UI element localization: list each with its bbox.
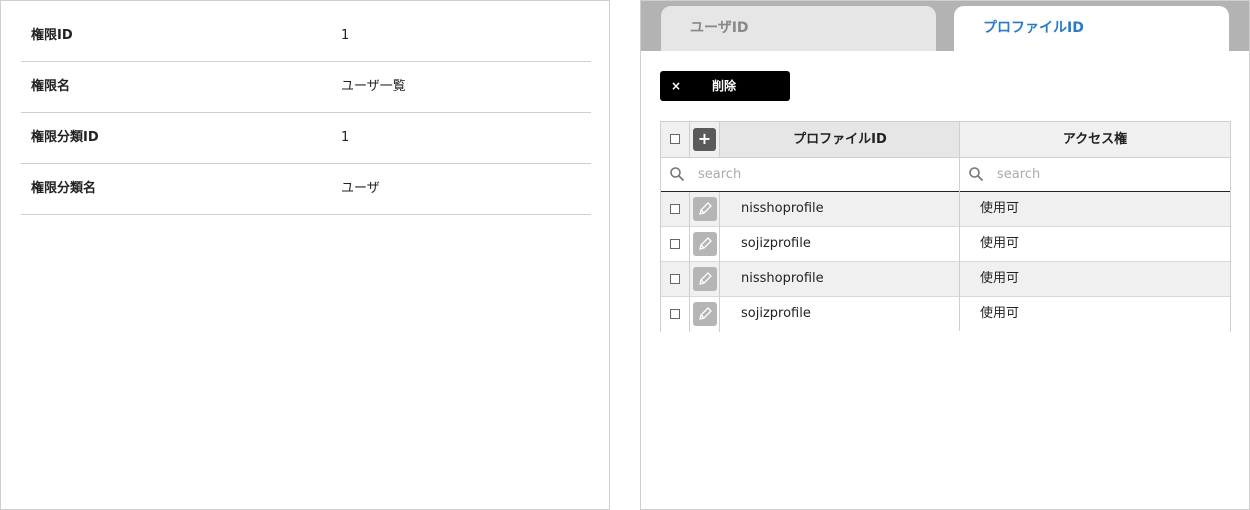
detail-label: 権限分類名: [31, 181, 97, 196]
detail-value: 1: [341, 28, 350, 43]
table-row[interactable]: nisshoprofile 使用可: [661, 192, 1230, 227]
row-access: 使用可: [980, 271, 1020, 286]
header-select-cell: [661, 122, 690, 157]
profile-search: [661, 157, 960, 191]
row-access: 使用可: [980, 201, 1020, 216]
grid-divider: [719, 192, 720, 332]
detail-label: 権限分類ID: [31, 130, 99, 145]
tab-profile-id[interactable]: プロファイルID: [954, 6, 1229, 51]
detail-row-permission-id: 権限ID 1: [21, 11, 591, 62]
profile-grid: + プロファイルID アクセス権 search search nisshopro…: [660, 121, 1231, 332]
detail-row-category-name: 権限分類名 ユーザ: [21, 164, 591, 215]
delete-button[interactable]: × 削除: [660, 71, 790, 101]
pencil-icon: [699, 237, 712, 250]
row-profile-id: nisshoprofile: [741, 201, 824, 216]
delete-button-label: 削除: [712, 79, 737, 93]
edit-button[interactable]: [693, 197, 717, 221]
grid-divider: [689, 122, 690, 157]
row-profile-id: nisshoprofile: [741, 271, 824, 286]
select-all-checkbox[interactable]: [670, 134, 680, 144]
column-title-profile-id: プロファイルID: [793, 132, 887, 147]
row-profile-id: sojizprofile: [741, 236, 811, 251]
row-checkbox[interactable]: [670, 309, 680, 319]
header-profile-id[interactable]: プロファイルID: [720, 122, 960, 157]
grid-divider: [959, 122, 960, 331]
access-search: [960, 157, 1230, 191]
close-icon: ×: [671, 79, 682, 93]
relation-panel: ユーザID プロファイルID × 削除 + プロファイルID アクセス権 sea…: [640, 0, 1250, 510]
table-row[interactable]: nisshoprofile 使用可: [661, 262, 1230, 297]
detail-row-category-id: 権限分類ID 1: [21, 113, 591, 164]
access-search-input[interactable]: [997, 157, 1217, 191]
header-access[interactable]: アクセス権: [960, 122, 1230, 157]
search-icon: [670, 167, 685, 182]
detail-value: ユーザ一覧: [341, 79, 406, 94]
pencil-icon: [699, 307, 712, 320]
header-add-cell: +: [690, 122, 720, 157]
detail-row-permission-name: 権限名 ユーザ一覧: [21, 62, 591, 113]
detail-label: 権限名: [31, 79, 71, 94]
detail-label: 権限ID: [31, 28, 73, 43]
edit-button[interactable]: [693, 267, 717, 291]
table-row[interactable]: sojizprofile 使用可: [661, 227, 1230, 262]
detail-value: ユーザ: [341, 181, 380, 196]
row-checkbox[interactable]: [670, 204, 680, 214]
table-row[interactable]: sojizprofile 使用可: [661, 297, 1230, 332]
edit-button[interactable]: [693, 232, 717, 256]
column-title-access: アクセス権: [1062, 132, 1128, 147]
pencil-icon: [699, 272, 712, 285]
search-icon: [969, 167, 984, 182]
row-access: 使用可: [980, 306, 1020, 321]
grid-divider: [719, 122, 720, 157]
row-checkbox[interactable]: [670, 239, 680, 249]
tab-user-id[interactable]: ユーザID: [661, 6, 936, 51]
row-profile-id: sojizprofile: [741, 306, 811, 321]
row-checkbox[interactable]: [670, 274, 680, 284]
profile-search-input[interactable]: [698, 157, 948, 191]
add-row-button[interactable]: +: [693, 128, 716, 151]
edit-button[interactable]: [693, 302, 717, 326]
grid-divider: [689, 192, 690, 332]
row-access: 使用可: [980, 236, 1020, 251]
detail-value: 1: [341, 130, 350, 145]
pencil-icon: [699, 202, 712, 215]
detail-panel: 権限ID 1 権限名 ユーザ一覧 権限分類ID 1 権限分類名 ユーザ: [0, 0, 610, 510]
tab-strip: ユーザID プロファイルID: [641, 1, 1249, 51]
